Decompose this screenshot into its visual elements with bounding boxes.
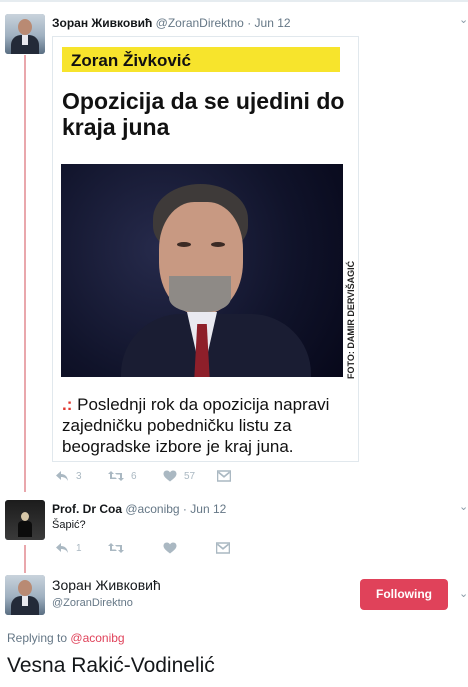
author-name[interactable]: Prof. Dr Coa [52,502,122,516]
chevron-down-icon[interactable]: ⌄ [459,587,468,600]
reply-button[interactable]: 1 [55,542,86,554]
lead-mark: .: [62,395,73,414]
replying-to: Replying to @aconibg [7,631,125,645]
avatar[interactable] [5,500,45,540]
retweet-icon [108,543,124,553]
avatar[interactable] [5,575,45,615]
article-card[interactable]: Zoran Živković Opozicija da se ujedini d… [52,36,359,462]
reply-count: 3 [76,470,82,482]
direct-message-button[interactable] [216,542,237,554]
tweet-actions: 3 6 57 [55,470,260,482]
direct-message-icon [216,542,230,554]
thread-connector [24,545,26,573]
direct-message-icon [217,470,232,482]
reply-icon [56,543,68,553]
author-handle[interactable]: @aconibg [125,502,179,516]
like-icon [163,542,177,554]
tweet-header: Зоран Живковић @ZoranDirektno · Jun 12 [52,16,291,30]
like-icon [163,470,177,482]
retweet-icon [108,471,124,481]
thread-connector [24,55,26,492]
chevron-down-icon[interactable]: ⌄ [459,13,468,26]
replying-prefix: Replying to [7,631,68,645]
article-headline: Opozicija da se ujedini do kraja juna [62,88,345,140]
photo-credit: FOTO: DAMIR DERVIŠAGIĆ [346,260,356,379]
timestamp[interactable]: Jun 12 [190,502,226,516]
tweet-header: Prof. Dr Coa @aconibg · Jun 12 [52,502,226,516]
tweet-actions: 1 [55,542,259,554]
name-banner-text: Zoran Živković [71,51,191,70]
author-handle[interactable]: @ZoranDirektno [156,16,244,30]
like-count: 57 [184,470,196,482]
like-button[interactable] [163,542,194,554]
article-photo [61,164,343,377]
top-border [0,0,468,2]
direct-message-button[interactable] [217,470,238,482]
chevron-down-icon[interactable]: ⌄ [459,500,468,513]
retweet-button[interactable]: 6 [108,470,141,482]
tweet-text: Šapić? [52,519,86,531]
separator: · [182,502,187,516]
article-lead: .: Poslednji rok da opozicija napravi za… [62,394,351,457]
replying-handle-link[interactable]: @aconibg [70,631,124,645]
author-name[interactable]: Зоран Живковић [52,577,161,593]
retweet-button[interactable] [108,542,141,554]
separator: · [247,16,252,30]
author-handle[interactable]: @ZoranDirektno [52,597,133,609]
retweet-count: 6 [131,470,137,482]
reply-icon [56,471,68,481]
like-button[interactable]: 57 [163,470,195,482]
lead-text: Poslednji rok da opozicija napravi zajed… [62,395,330,456]
name-banner: Zoran Živković [62,47,340,72]
tweet-text: Vesna Rakić-Vodinelić [7,654,215,677]
reply-count: 1 [76,542,82,554]
author-name[interactable]: Зоран Живковић [52,16,152,30]
reply-button[interactable]: 3 [55,470,86,482]
timestamp[interactable]: Jun 12 [255,16,291,30]
avatar[interactable] [5,14,45,54]
following-button[interactable]: Following [360,579,448,610]
